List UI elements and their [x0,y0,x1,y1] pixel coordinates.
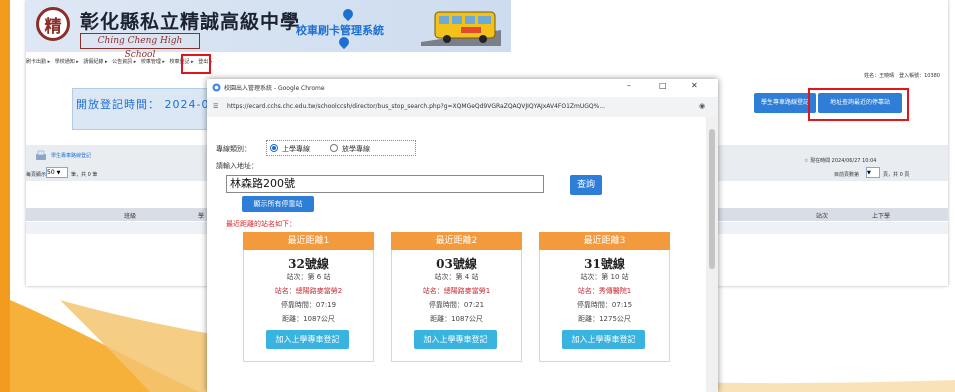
card-stop-no: 站次：第 6 站 [286,273,331,281]
student-route-button[interactable]: 學生專車路線登記 [754,93,816,113]
address-prompt: 請輸入地址： [216,162,258,170]
query-button[interactable]: 查詢 [570,175,602,195]
col-class: 班級 [124,213,137,220]
address-input[interactable]: 林森路200號 [226,175,544,193]
show-all-stops-button[interactable]: 顯示所有停靠站 [242,196,314,212]
nav-item-notice[interactable]: 學校通知 ▸ [55,59,79,65]
table-header-left [26,208,207,221]
card-distance: 距離：1087公尺 [282,315,335,323]
radio-down-label: 放學專線 [342,145,370,153]
site-banner: 精 彰化縣私立精誠高級中學 Ching Cheng High School 校車… [26,0,511,60]
school-name: 彰化縣私立精誠高級中學 [80,11,301,33]
maximize-icon[interactable]: □ [659,81,667,90]
card-time: 停靠時間：07:19 [280,301,337,309]
card-route: 03號線 [436,257,477,271]
radio-up-label: 上學專線 [282,145,310,153]
school-logo: 精 [36,7,70,41]
school-bus-icon [421,11,501,46]
system-name: 校車刷卡管理系統 [296,24,384,37]
col-student: 學 [198,213,205,220]
user-info: 姓名：王曉晴 登入帳號：10380 [864,73,940,79]
popup-title: 校園出入管理系統 - Google Chrome [224,85,325,92]
table-empty-row [26,222,207,234]
page-suffix: 頁，共 0 頁 [883,172,910,178]
radio-up[interactable] [270,144,278,152]
card-route: 31號線 [584,257,625,271]
nav-highlight-box [181,54,211,74]
printer-icon [36,150,46,160]
card-header: 最近距離1 [243,232,374,250]
card-stop-name: 站名：秀傳醫院1 [577,287,632,295]
nearest-card-1: 最近距離1 32號線 站次：第 6 站 站名：總陽路麥當勞2 停靠時間：07:1… [243,232,374,362]
nav-item-announcement[interactable]: 公告資訊 ▸ [112,59,136,65]
popup-titlebar: 校園出入管理系統 - Google Chrome – □ ✕ [207,79,718,98]
card-route: 32號線 [288,257,329,271]
add-registration-button[interactable]: 加入上學專車登記 [562,330,645,349]
per-page-suffix: 筆，共 0 筆 [71,172,98,178]
minimize-icon[interactable]: – [627,81,631,90]
map-pin-icon [340,6,356,22]
card-time: 停靠時間：07:21 [428,301,485,309]
add-registration-button[interactable]: 加入上學專車登記 [266,330,349,349]
page-select[interactable]: ▼ [866,167,880,178]
per-page-select[interactable]: 50 ▼ [46,167,68,178]
chrome-icon [212,83,221,92]
add-registration-button[interactable]: 加入上學專車登記 [414,330,497,349]
nav-item-attendance[interactable]: 刷卡出勤 ▸ [26,59,50,65]
card-distance: 距離：1275公尺 [578,315,631,323]
route-type-label: 專線類別： [216,145,251,153]
table-empty-row-right [706,222,948,234]
col-direction: 上下學 [872,213,891,220]
popup-url[interactable]: https://ecard.cchs.chc.edu.tw/schoolccsh… [227,103,605,110]
chevron-down-icon: ▼ [867,170,871,176]
per-page-value: 50 [47,169,55,176]
nearest-card-2: 最近距離2 03號線 站次：第 4 站 站名：總陽路麥當勞1 停靠時間：07:2… [391,232,522,362]
nav-item-leave[interactable]: 請假紀錄 ▸ [83,59,107,65]
card-header: 最近距離3 [539,232,670,250]
nearest-card-3: 最近距離3 31號線 站次：第 10 站 站名：秀傳醫院1 停靠時間：07:15… [539,232,670,362]
eye-icon[interactable]: ◉ [699,102,705,110]
card-distance: 距離：1087公尺 [430,315,483,323]
card-stop-name: 站名：總陽路麥當勞1 [422,287,491,295]
chevron-down-icon: ▼ [56,170,61,176]
card-stop-no: 站次：第 10 站 [580,273,629,281]
card-stop-no: 站次：第 4 站 [434,273,479,281]
page-label: 目前頁數第 [834,172,860,178]
address-query-highlight [808,88,909,121]
card-time: 停靠時間：07:15 [576,301,633,309]
card-header: 最近距離2 [391,232,522,250]
col-stop: 站次 [816,213,829,220]
school-english-name: Ching Cheng High School [80,33,200,60]
close-icon[interactable]: ✕ [691,81,698,90]
popup-scroll-thumb[interactable] [709,129,715,269]
nav-item-bus-management[interactable]: 校車管理 ▸ [141,59,165,65]
record-title: 學生專車路線登記 [51,153,92,159]
open-period-text: 開放登記時間： 2024-06 [76,98,218,111]
site-info-icon[interactable]: ☰ [213,103,218,110]
radio-down[interactable] [330,144,338,152]
current-time: ☆ 現在時間 2024/06/27 10:04 [804,158,877,164]
card-stop-name: 站名：總陽路麥當勞2 [274,287,343,295]
nearest-note: 最近距離的站名如下： [226,220,296,228]
